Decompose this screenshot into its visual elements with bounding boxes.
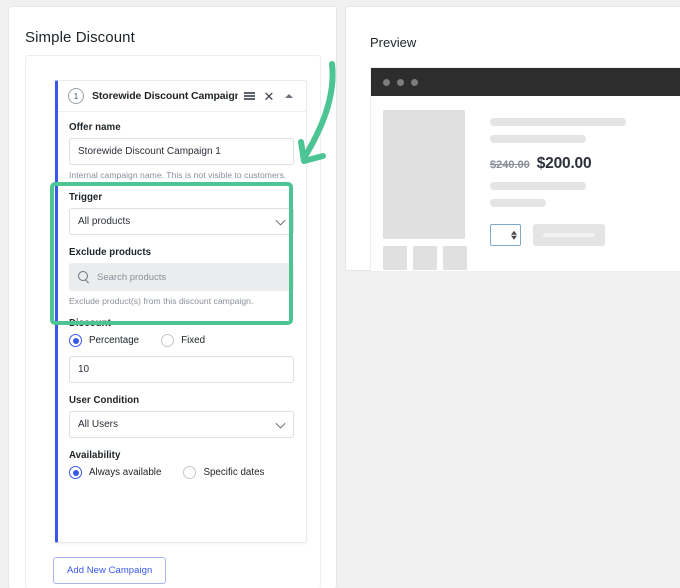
discount-group: Discount Percentage Fixed 10 bbox=[69, 318, 294, 383]
availability-label: Availability bbox=[69, 450, 121, 461]
product-description-placeholder bbox=[490, 182, 586, 190]
chevron-down-icon bbox=[275, 215, 286, 226]
preview-title: Preview bbox=[370, 35, 417, 50]
product-thumbnail[interactable] bbox=[413, 246, 437, 270]
search-icon bbox=[78, 271, 90, 283]
radio-always-available-indicator bbox=[69, 466, 82, 479]
radio-percentage-indicator bbox=[69, 334, 82, 347]
radio-fixed-label: Fixed bbox=[181, 335, 206, 346]
app-root: Simple Discount 1 Storewide Discount Cam… bbox=[0, 0, 680, 588]
radio-fixed[interactable]: Fixed bbox=[161, 334, 205, 347]
add-to-cart-label-placeholder bbox=[543, 233, 595, 237]
discount-amount-input[interactable]: 10 bbox=[69, 356, 294, 383]
product-meta-placeholder bbox=[490, 199, 546, 207]
close-icon[interactable]: ✕ bbox=[260, 87, 278, 105]
campaign-header[interactable]: 1 Storewide Discount Campaign 1 ✕ bbox=[58, 81, 306, 112]
product-info: $240.00 $200.00 bbox=[473, 110, 680, 271]
trigger-group: Trigger All products bbox=[69, 192, 294, 235]
browser-dot-minimize-icon bbox=[397, 78, 404, 86]
radio-fixed-indicator bbox=[161, 334, 175, 347]
add-to-cart-button[interactable] bbox=[533, 224, 605, 246]
browser-dot-close-icon bbox=[383, 78, 390, 86]
add-new-campaign-button[interactable]: Add New Campaign bbox=[53, 557, 167, 584]
radio-specific-dates-indicator bbox=[183, 466, 197, 479]
user-condition-group: User Condition All Users bbox=[69, 395, 294, 438]
radio-percentage[interactable]: Percentage bbox=[69, 334, 139, 347]
exclude-products-placeholder: Search products bbox=[97, 271, 167, 283]
discount-label: Discount bbox=[69, 318, 111, 329]
radio-specific-dates-label: Specific dates bbox=[203, 467, 265, 478]
chevron-down-icon bbox=[275, 418, 286, 429]
product-main-image-placeholder bbox=[383, 110, 465, 239]
discounted-price: $200.00 bbox=[536, 155, 592, 172]
trigger-select[interactable]: All products bbox=[69, 208, 294, 235]
discount-type-radios: Percentage Fixed bbox=[69, 334, 294, 347]
product-title-placeholder bbox=[490, 118, 626, 126]
campaign-body: Offer name Storewide Discount Campaign 1… bbox=[58, 112, 306, 479]
availability-group: Availability Always available Specific d… bbox=[69, 450, 294, 479]
radio-percentage-label: Percentage bbox=[89, 335, 140, 346]
drag-handle-icon[interactable] bbox=[240, 87, 258, 105]
offer-name-input[interactable]: Storewide Discount Campaign 1 bbox=[69, 138, 294, 165]
cart-row bbox=[490, 224, 680, 246]
stepper-down-icon[interactable] bbox=[511, 235, 517, 240]
product-page-mock: $240.00 $200.00 bbox=[371, 96, 680, 271]
quantity-stepper-arrows bbox=[511, 229, 517, 242]
quantity-stepper[interactable] bbox=[490, 224, 521, 246]
browser-dot-maximize-icon bbox=[411, 78, 418, 86]
preview-panel: Preview $240.00 $200.00 bbox=[345, 6, 680, 272]
exclude-products-label: Exclude products bbox=[69, 247, 152, 258]
exclude-products-helper: Exclude product(s) from this discount ca… bbox=[69, 296, 254, 306]
user-condition-select[interactable]: All Users bbox=[69, 411, 294, 438]
browser-mockup: $240.00 $200.00 bbox=[370, 67, 680, 272]
availability-radios: Always available Specific dates bbox=[69, 466, 294, 479]
radio-always-available-label: Always available bbox=[89, 467, 162, 478]
price-row: $240.00 $200.00 bbox=[490, 155, 680, 173]
product-gallery bbox=[383, 110, 473, 271]
campaign-title: Storewide Discount Campaign 1 bbox=[92, 90, 238, 102]
product-thumbnail[interactable] bbox=[383, 246, 407, 270]
simple-discount-panel: Simple Discount 1 Storewide Discount Cam… bbox=[8, 6, 337, 588]
product-thumbnails bbox=[383, 246, 473, 270]
offer-name-helper: Internal campaign name. This is not visi… bbox=[69, 170, 287, 180]
page-title: Simple Discount bbox=[25, 29, 135, 46]
radio-always-available[interactable]: Always available bbox=[69, 466, 161, 479]
browser-title-bar bbox=[371, 68, 680, 96]
product-thumbnail[interactable] bbox=[443, 246, 467, 270]
campaign-list-card: 1 Storewide Discount Campaign 1 ✕ Offer … bbox=[25, 55, 321, 588]
user-condition-label: User Condition bbox=[69, 395, 140, 406]
radio-specific-dates[interactable]: Specific dates bbox=[183, 466, 264, 479]
campaign-card: 1 Storewide Discount Campaign 1 ✕ Offer … bbox=[55, 80, 307, 543]
exclude-products-search[interactable]: Search products bbox=[69, 263, 294, 291]
exclude-products-group: Exclude products Search products Exclude… bbox=[69, 247, 294, 306]
stepper-up-icon[interactable] bbox=[511, 230, 517, 235]
original-price: $240.00 bbox=[490, 159, 530, 171]
offer-name-label: Offer name bbox=[69, 122, 121, 133]
trigger-label: Trigger bbox=[69, 192, 103, 203]
product-subtitle-placeholder bbox=[490, 135, 586, 143]
collapse-caret-icon[interactable] bbox=[280, 87, 298, 105]
campaign-number-badge: 1 bbox=[68, 88, 84, 104]
user-condition-selected-value: All Users bbox=[78, 419, 119, 430]
trigger-selected-value: All products bbox=[78, 216, 131, 227]
